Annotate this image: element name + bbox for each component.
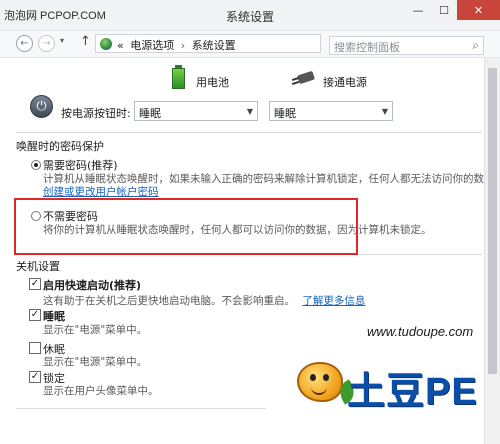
divider <box>16 132 482 133</box>
power-button-battery-select[interactable]: 睡眠 ▼ <box>134 101 258 121</box>
navigation-bar: ← → ▾ ↑ « 电源选项 › 系统设置 ▾ ↻ 搜索控制面板 ⌕ <box>0 31 500 58</box>
search-icon[interactable]: ⌕ <box>472 38 479 53</box>
shutdown-section-title: 关机设置 <box>16 260 60 273</box>
title-bar: 泡泡网 PCPOP.COM 系统设置 — ☐ ✕ <box>0 0 500 31</box>
lock-checkbox[interactable]: ✓ <box>29 371 41 383</box>
up-arrow-icon[interactable]: ↑ <box>80 34 91 49</box>
watermark-logo: www.tudoupe.com 土豆PE <box>275 322 500 444</box>
hibernate-checkbox[interactable] <box>29 342 41 354</box>
fast-startup-description: 这有助于在关机之后更快地启动电脑。不会影响重启。 了解更多信息 <box>43 295 366 307</box>
breadcrumb-item-power-options[interactable]: 电源选项 <box>130 39 174 52</box>
battery-select-value: 睡眠 <box>139 107 161 120</box>
logo-brand: 土豆PE <box>347 371 478 413</box>
breadcrumb: « 电源选项 › 系统设置 <box>117 37 236 53</box>
breadcrumb-overflow[interactable]: « <box>117 39 124 52</box>
plugged-select-value: 睡眠 <box>274 107 296 120</box>
power-plug-icon <box>291 70 316 86</box>
battery-icon <box>172 65 185 89</box>
back-button[interactable]: ← <box>16 35 33 52</box>
chevron-down-icon: ▼ <box>246 107 253 116</box>
minimize-button[interactable]: — <box>405 0 431 20</box>
fast-startup-label[interactable]: 启用快速启动(推荐) <box>43 277 141 293</box>
recent-pages-dropdown-icon[interactable]: ▾ <box>60 36 64 45</box>
sleep-description: 显示在"电源"菜单中。 <box>43 324 148 336</box>
power-button-plugged-select[interactable]: 睡眠 ▼ <box>269 101 393 121</box>
control-panel-icon <box>100 38 112 50</box>
search-input[interactable]: 搜索控制面板 ⌕ <box>329 36 484 55</box>
close-button[interactable]: ✕ <box>457 0 500 20</box>
hibernate-description: 显示在"电源"菜单中。 <box>43 356 148 368</box>
breadcrumb-item-system-settings[interactable]: 系统设置 <box>192 39 236 52</box>
chevron-down-icon: ▼ <box>381 107 388 116</box>
battery-column-label: 用电池 <box>196 76 229 89</box>
address-bar[interactable]: « 电源选项 › 系统设置 ▾ ↻ <box>95 34 409 57</box>
power-button-label: 按电源按钮时: <box>61 107 131 120</box>
forward-button[interactable]: → <box>38 35 55 52</box>
password-section-title: 唤醒时的密码保护 <box>16 140 104 153</box>
create-password-link[interactable]: 创建或更改用户帐户密码 <box>43 184 159 199</box>
lock-description: 显示在用户头像菜单中。 <box>43 385 159 397</box>
require-password-radio[interactable] <box>31 160 41 170</box>
highlight-box <box>14 198 358 255</box>
maximize-button[interactable]: ☐ <box>431 0 457 20</box>
plugged-in-column-label: 接通电源 <box>323 76 367 89</box>
divider <box>16 408 266 409</box>
sleep-checkbox[interactable]: ✓ <box>29 309 41 321</box>
learn-more-link[interactable]: 了解更多信息 <box>302 295 365 307</box>
breadcrumb-separator[interactable]: › <box>181 39 185 52</box>
power-button-icon: ⏻ <box>30 95 53 118</box>
potato-mascot-icon <box>297 362 359 405</box>
logo-url: www.tudoupe.com <box>367 324 474 339</box>
search-placeholder: 搜索控制面板 <box>334 41 400 54</box>
fast-startup-checkbox[interactable]: ✓ <box>29 278 41 290</box>
